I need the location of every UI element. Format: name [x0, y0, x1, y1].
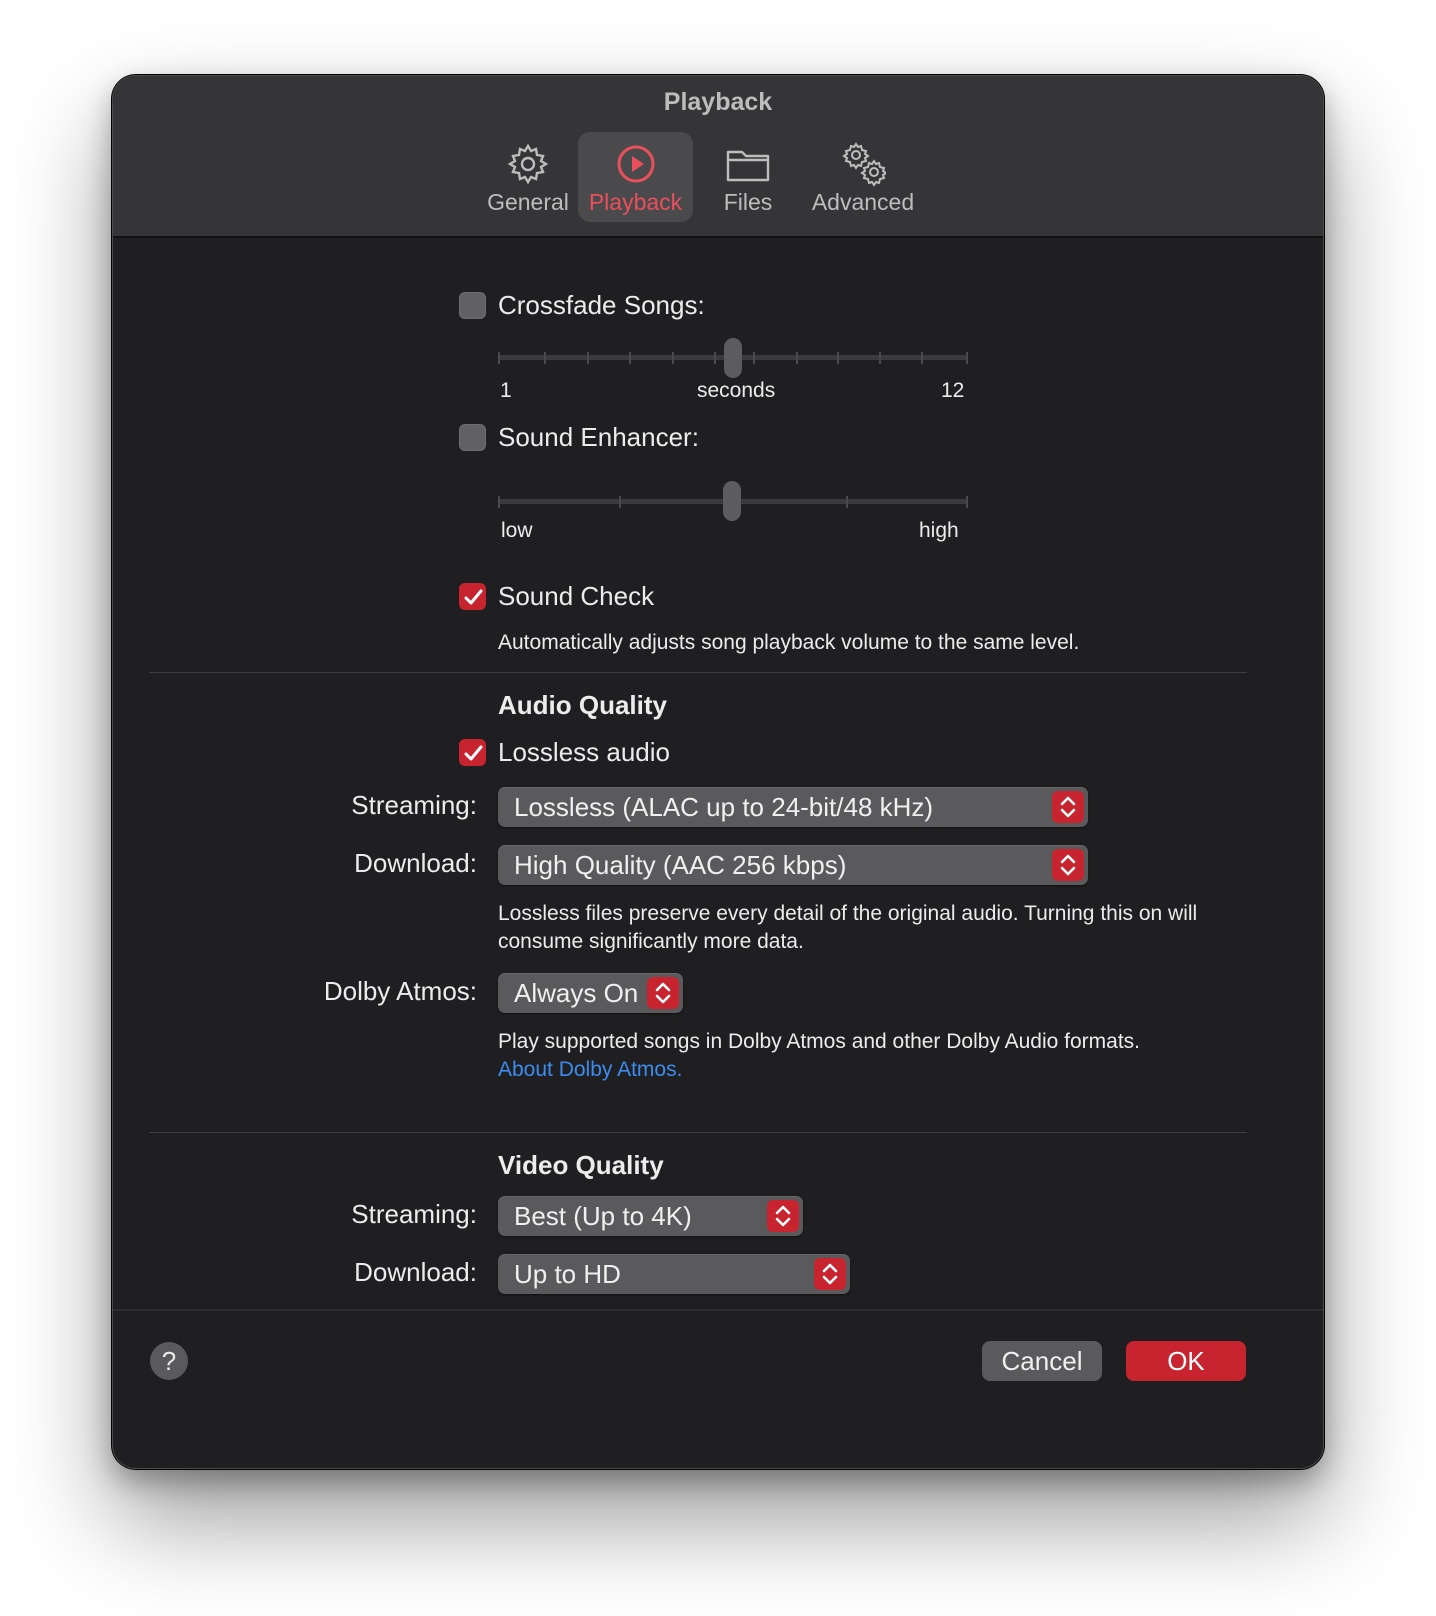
crossfade-tick [921, 352, 923, 364]
crossfade-slider-knob[interactable] [724, 338, 742, 378]
sound-enhancer-low-label: low [501, 519, 533, 542]
gear-icon [507, 143, 549, 185]
crossfade-tick [714, 352, 716, 364]
video-quality-header: Video Quality [498, 1150, 664, 1180]
crossfade-min-label: 1 [500, 379, 512, 402]
tab-advanced-label: Advanced [811, 189, 915, 215]
tab-files[interactable]: Files [708, 132, 788, 222]
chevron-up-down-icon [1052, 791, 1084, 823]
sound-enhancer-tick [498, 496, 500, 508]
dolby-atmos-value: Always On [514, 978, 639, 1008]
tab-playback[interactable]: Playback [578, 132, 693, 222]
crossfade-tick [587, 352, 589, 364]
crossfade-tick [837, 352, 839, 364]
sound-enhancer-tick [966, 496, 968, 508]
about-dolby-atmos-link[interactable]: About Dolby Atmos. [498, 1056, 1238, 1084]
folder-icon [726, 150, 770, 182]
ok-button[interactable]: OK [1126, 1341, 1246, 1381]
tab-files-label: Files [723, 189, 773, 215]
chevron-up-down-icon [647, 977, 679, 1009]
sound-enhancer-high-label: high [919, 519, 959, 542]
audio-quality-header: Audio Quality [498, 690, 667, 720]
toolbar: Playback General Playback Files Advanced [113, 76, 1323, 238]
sound-enhancer-slider-knob[interactable] [723, 481, 741, 521]
sound-check-label: Sound Check [498, 581, 655, 611]
chevron-up-down-icon [814, 1258, 846, 1290]
tab-general-label: General [487, 189, 569, 215]
dolby-note: Play supported songs in Dolby Atmos and … [498, 1030, 1141, 1053]
crossfade-tick [672, 352, 674, 364]
dolby-atmos-select[interactable]: Always On [498, 973, 683, 1013]
help-button[interactable]: ? [150, 1342, 188, 1380]
crossfade-checkbox[interactable] [459, 292, 486, 319]
section-divider [149, 1132, 1247, 1133]
crossfade-tick [544, 352, 546, 364]
video-streaming-label: Streaming: [351, 1199, 477, 1229]
video-download-label: Download: [354, 1257, 477, 1287]
crossfade-tick [966, 352, 968, 364]
checkmark-icon [464, 745, 483, 761]
crossfade-tick [796, 352, 798, 364]
dolby-note-block: Play supported songs in Dolby Atmos and … [498, 1028, 1238, 1084]
crossfade-tick [629, 352, 631, 364]
crossfade-tick [498, 352, 500, 364]
chevron-up-down-icon [767, 1200, 799, 1232]
preferences-window: Playback General Playback Files Advanced… [112, 75, 1324, 1469]
tab-playback-label: Playback [588, 189, 683, 215]
crossfade-tick [879, 352, 881, 364]
lossless-audio-label: Lossless audio [498, 737, 670, 767]
crossfade-label: Crossfade Songs: [498, 290, 705, 320]
video-download-select[interactable]: Up to HD [498, 1254, 850, 1294]
gears-icon [842, 142, 886, 187]
sound-enhancer-checkbox[interactable] [459, 424, 486, 451]
footer-divider [113, 1309, 1323, 1311]
play-circle-icon [617, 145, 654, 183]
video-download-value: Up to HD [514, 1259, 621, 1289]
crossfade-max-label: 12 [941, 379, 965, 402]
sound-check-description: Automatically adjusts song playback volu… [498, 631, 1080, 654]
chevron-up-down-icon [1052, 849, 1084, 881]
video-streaming-value: Best (Up to 4K) [514, 1201, 692, 1231]
lossless-note: Lossless files preserve every detail of … [498, 902, 1198, 953]
tab-advanced[interactable]: Advanced [803, 132, 923, 222]
audio-download-value: High Quality (AAC 256 kbps) [514, 850, 847, 880]
audio-download-select[interactable]: High Quality (AAC 256 kbps) [498, 845, 1088, 885]
sound-enhancer-label: Sound Enhancer: [498, 422, 699, 452]
window-title: Playback [663, 88, 773, 116]
checkmark-icon [464, 589, 483, 605]
audio-streaming-label: Streaming: [351, 790, 477, 820]
crossfade-unit-label: seconds [697, 379, 776, 402]
section-divider [149, 672, 1247, 673]
tab-general[interactable]: General [473, 132, 583, 222]
crossfade-tick [753, 352, 755, 364]
video-streaming-select[interactable]: Best (Up to 4K) [498, 1196, 803, 1236]
audio-streaming-select[interactable]: Lossless (ALAC up to 24-bit/48 kHz) [498, 787, 1088, 827]
sound-check-checkbox[interactable] [459, 583, 486, 610]
audio-download-label: Download: [354, 848, 477, 878]
audio-streaming-value: Lossless (ALAC up to 24-bit/48 kHz) [514, 792, 934, 822]
sound-enhancer-tick [619, 496, 621, 508]
dolby-atmos-label: Dolby Atmos: [323, 976, 477, 1006]
cancel-button[interactable]: Cancel [982, 1341, 1102, 1381]
sound-enhancer-tick [846, 496, 848, 508]
lossless-audio-checkbox[interactable] [459, 739, 486, 766]
